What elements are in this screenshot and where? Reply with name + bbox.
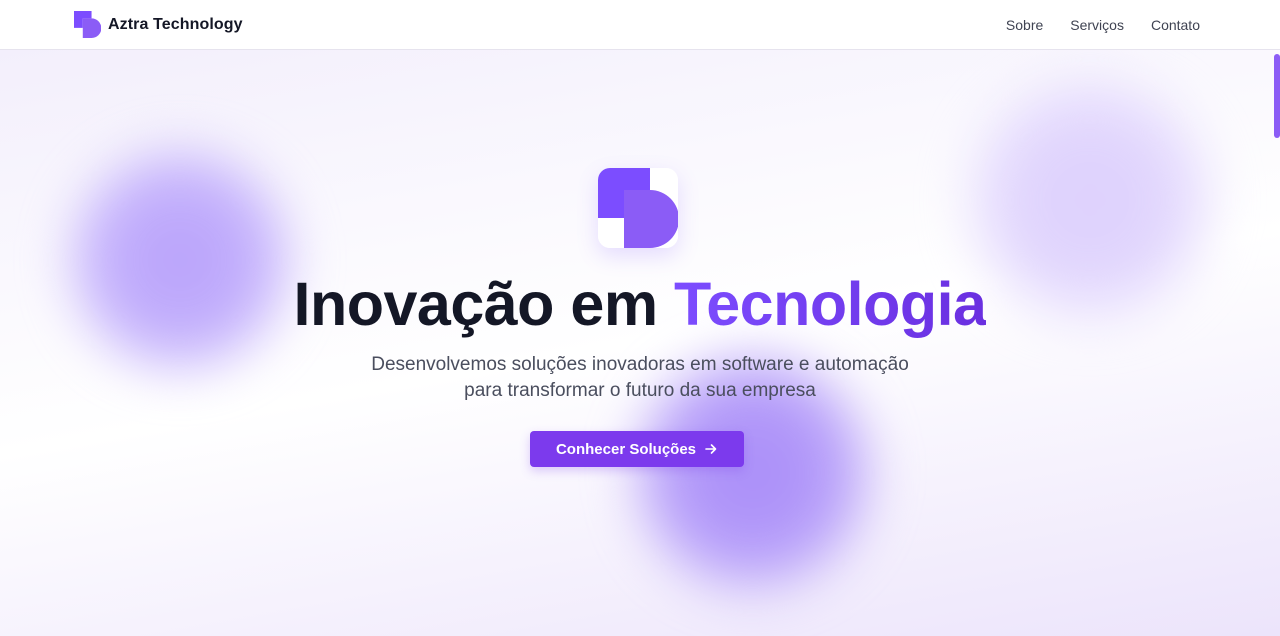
scrollbar-thumb[interactable]: [1274, 54, 1280, 138]
nav-link-servicos[interactable]: Serviços: [1070, 17, 1124, 33]
conhecer-solucoes-button[interactable]: Conhecer Soluções: [530, 431, 744, 467]
aztra-logo-icon: [74, 11, 101, 38]
hero-title-accent: Tecnologia: [674, 270, 987, 338]
hero-subtitle-line-2: para transformar o futuro da sua empresa: [464, 380, 816, 401]
hero-title: Inovação em Tecnologia: [0, 268, 1280, 340]
hero-subtitle: Desenvolvemos soluções inovadoras em sof…: [0, 352, 1280, 404]
top-navigation-bar: Aztra Technology Sobre Serviços Contato: [0, 0, 1280, 50]
page-scrollbar[interactable]: [1274, 50, 1280, 636]
decorative-blob-left: [60, 140, 300, 380]
hero-section: Inovação em Tecnologia Desenvolvemos sol…: [0, 50, 1280, 636]
hero-logo-icon: [598, 168, 678, 248]
hero-subtitle-line-1: Desenvolvemos soluções inovadoras em sof…: [371, 354, 909, 375]
nav-link-sobre[interactable]: Sobre: [1006, 17, 1043, 33]
cta-label: Conhecer Soluções: [555, 440, 697, 458]
nav-link-contato[interactable]: Contato: [1151, 17, 1200, 33]
brand[interactable]: Aztra Technology: [74, 11, 243, 38]
main-nav: Sobre Serviços Contato: [1006, 0, 1200, 50]
arrow-right-icon: [704, 442, 718, 456]
hero-title-main: Inovação em: [293, 270, 675, 338]
brand-name: Aztra Technology: [108, 15, 243, 33]
